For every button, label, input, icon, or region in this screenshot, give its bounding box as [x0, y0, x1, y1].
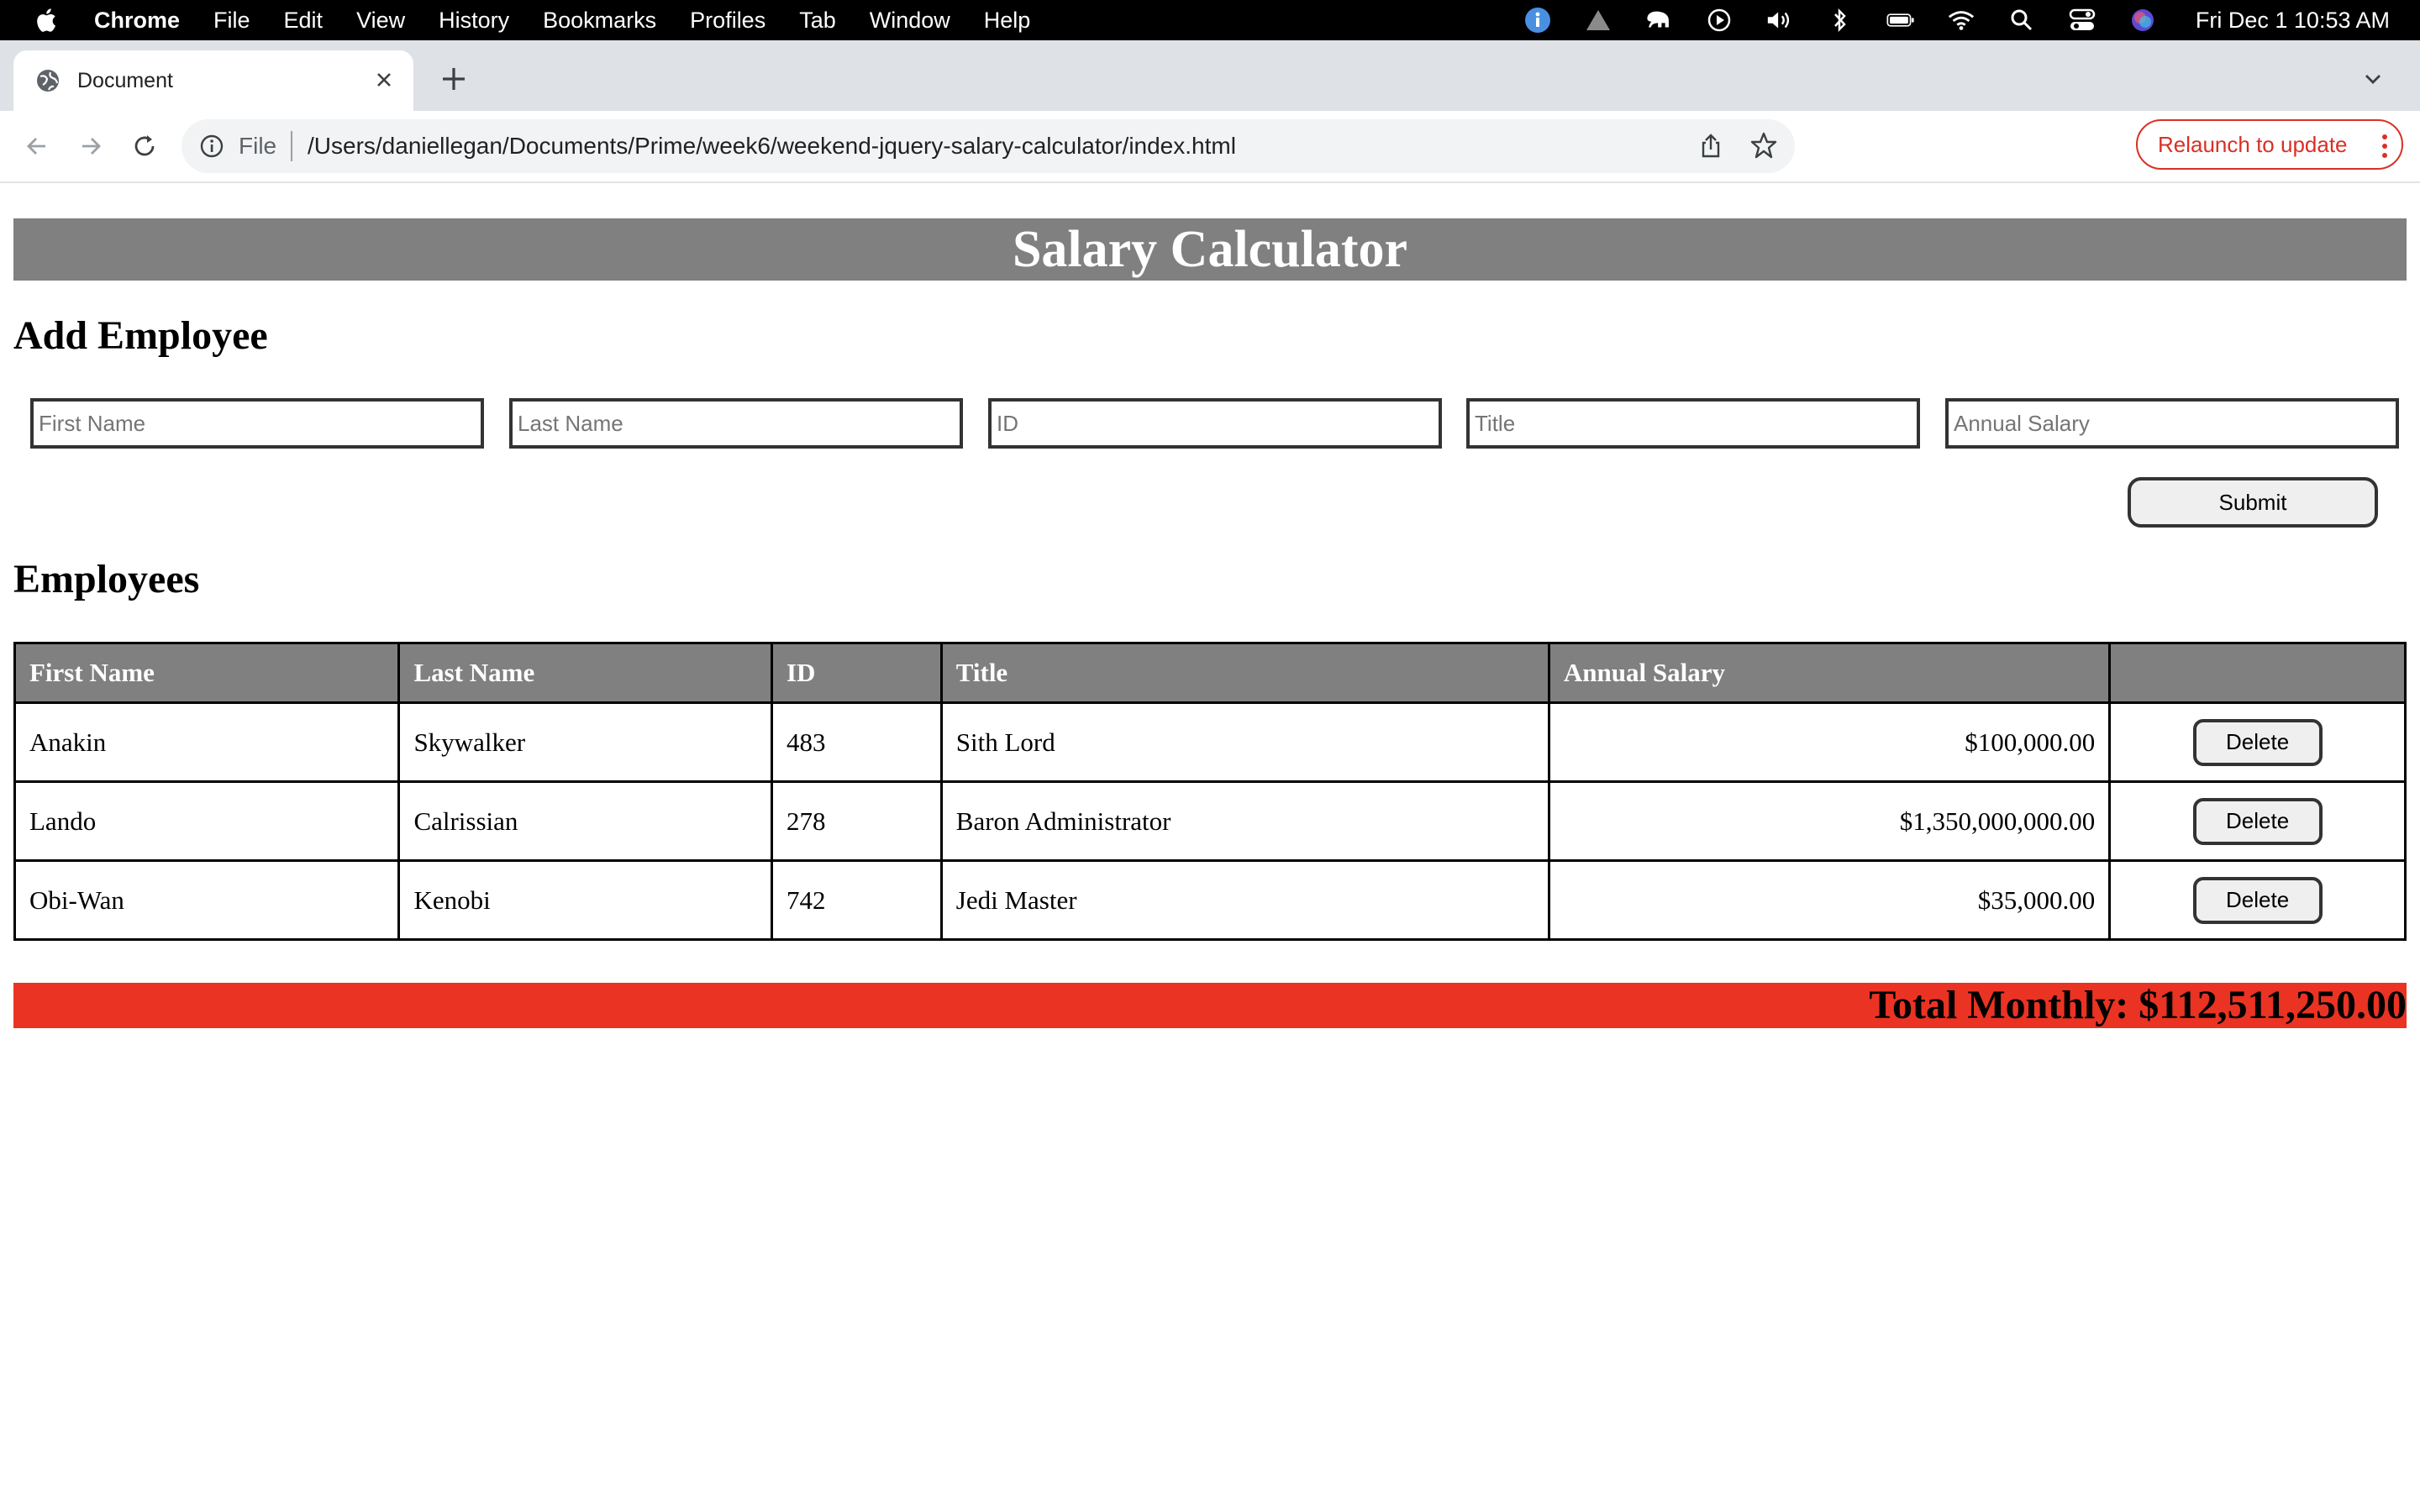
url-separator [291, 131, 292, 161]
tab-search-chevron-icon[interactable] [2360, 66, 2386, 92]
control-center-icon[interactable] [2068, 8, 2096, 33]
battery-icon[interactable] [1886, 8, 1915, 33]
cell-last-name: Calrissian [397, 780, 773, 862]
forward-button[interactable] [72, 128, 109, 165]
arrow-right-icon [82, 138, 101, 155]
delete-button[interactable]: Delete [2192, 718, 2323, 766]
cell-title: Jedi Master [939, 859, 1550, 941]
bluetooth-icon[interactable] [1826, 8, 1854, 33]
menu-file[interactable]: File [213, 8, 250, 34]
add-employee-heading: Add Employee [13, 313, 268, 358]
menu-extras: Fri Dec 1 10:53 AM [1491, 0, 2390, 40]
browser-tab-strip: Document [0, 40, 2420, 111]
table-row: Anakin Skywalker 483 Sith Lord $100,000.… [13, 701, 2407, 783]
last-name-input[interactable] [509, 398, 963, 449]
menu-edit[interactable]: Edit [284, 8, 324, 34]
relaunch-label: Relaunch to update [2158, 131, 2348, 157]
id-input[interactable] [988, 398, 1442, 449]
menu-window[interactable]: Window [870, 8, 950, 34]
page-content: Salary Calculator Add Employee Submit Em… [0, 183, 2420, 1512]
delete-button[interactable]: Delete [2192, 876, 2323, 924]
submit-button[interactable]: Submit [2128, 477, 2378, 528]
header-id: ID [770, 642, 943, 704]
menu-profiles[interactable]: Profiles [690, 8, 765, 34]
back-button[interactable] [18, 128, 55, 165]
cell-first-name: Lando [13, 780, 401, 862]
macos-menu-bar: Chrome File Edit View History Bookmarks … [0, 0, 2420, 40]
arrow-left-icon [27, 138, 45, 155]
reload-button[interactable] [126, 128, 163, 165]
header-annual-salary: Annual Salary [1547, 642, 2112, 704]
cell-annual-salary: $100,000.00 [1547, 701, 2112, 783]
cell-actions: Delete [2108, 701, 2407, 783]
share-icon[interactable] [1697, 133, 1724, 160]
apple-icon[interactable] [34, 7, 57, 34]
menu-bookmarks[interactable]: Bookmarks [543, 8, 656, 34]
table-row: Obi-Wan Kenobi 742 Jedi Master $35,000.0… [13, 859, 2407, 941]
header-last-name: Last Name [397, 642, 773, 704]
cell-title: Sith Lord [939, 701, 1550, 783]
cell-id: 278 [770, 780, 943, 862]
title-input[interactable] [1466, 398, 1920, 449]
cell-id: 483 [770, 701, 943, 783]
first-name-input[interactable] [30, 398, 484, 449]
menu-view[interactable]: View [356, 8, 405, 34]
wifi-icon[interactable] [1947, 8, 1975, 33]
new-tab-icon[interactable] [437, 62, 471, 96]
close-tab-icon[interactable] [371, 67, 397, 92]
total-monthly-banner: Total Monthly: $112,511,250.00 [13, 983, 2407, 1028]
cell-annual-salary: $1,350,000,000.00 [1547, 780, 2112, 862]
header-title: Title [939, 642, 1550, 704]
employees-heading: Employees [13, 557, 200, 601]
header-first-name: First Name [13, 642, 401, 704]
table-row: Lando Calrissian 278 Baron Administrator… [13, 780, 2407, 862]
annual-salary-input[interactable] [1945, 398, 2399, 449]
globe-icon [37, 70, 59, 92]
drive-status-icon[interactable] [1584, 8, 1612, 33]
browser-tab-active[interactable]: Document [13, 50, 413, 111]
header-actions [2108, 642, 2407, 704]
url-scheme-label: File [239, 133, 277, 159]
menu-app-name[interactable]: Chrome [94, 8, 180, 34]
delete-button[interactable]: Delete [2192, 797, 2323, 845]
address-bar[interactable]: File /Users/daniellegan/Documents/Prime/… [182, 119, 1795, 173]
volume-icon[interactable] [1765, 8, 1794, 33]
bookmark-star-icon[interactable] [1749, 131, 1778, 160]
cell-annual-salary: $35,000.00 [1547, 859, 2112, 941]
tab-title: Document [77, 68, 173, 92]
cell-actions: Delete [2108, 780, 2407, 862]
table-header-row: First Name Last Name ID Title Annual Sal… [13, 642, 2407, 704]
reload-icon [134, 135, 155, 156]
url-text[interactable]: /Users/daniellegan/Documents/Prime/week6… [308, 133, 1236, 160]
menu-tab[interactable]: Tab [799, 8, 836, 34]
cell-last-name: Skywalker [397, 701, 773, 783]
spotlight-search-icon[interactable] [2007, 8, 2036, 33]
cell-first-name: Obi-Wan [13, 859, 401, 941]
cell-actions: Delete [2108, 859, 2407, 941]
info-status-icon[interactable] [1523, 8, 1552, 33]
siri-icon[interactable] [2128, 8, 2157, 33]
cell-last-name: Kenobi [397, 859, 773, 941]
cell-id: 742 [770, 859, 943, 941]
relaunch-to-update-button[interactable]: Relaunch to update [2136, 119, 2403, 170]
cell-first-name: Anakin [13, 701, 401, 783]
menu-clock[interactable]: Fri Dec 1 10:53 AM [2196, 8, 2390, 34]
employees-table: First Name Last Name ID Title Annual Sal… [13, 642, 2407, 941]
browser-toolbar: File /Users/daniellegan/Documents/Prime/… [0, 111, 2420, 272]
play-status-icon[interactable] [1705, 8, 1733, 33]
more-vertical-icon[interactable] [2381, 133, 2388, 160]
menu-help[interactable]: Help [984, 8, 1031, 34]
menu-history[interactable]: History [439, 8, 509, 34]
elephant-status-icon[interactable] [1644, 8, 1673, 33]
cell-title: Baron Administrator [939, 780, 1550, 862]
site-info-icon[interactable] [198, 133, 225, 160]
page-title: Salary Calculator [13, 218, 2407, 281]
